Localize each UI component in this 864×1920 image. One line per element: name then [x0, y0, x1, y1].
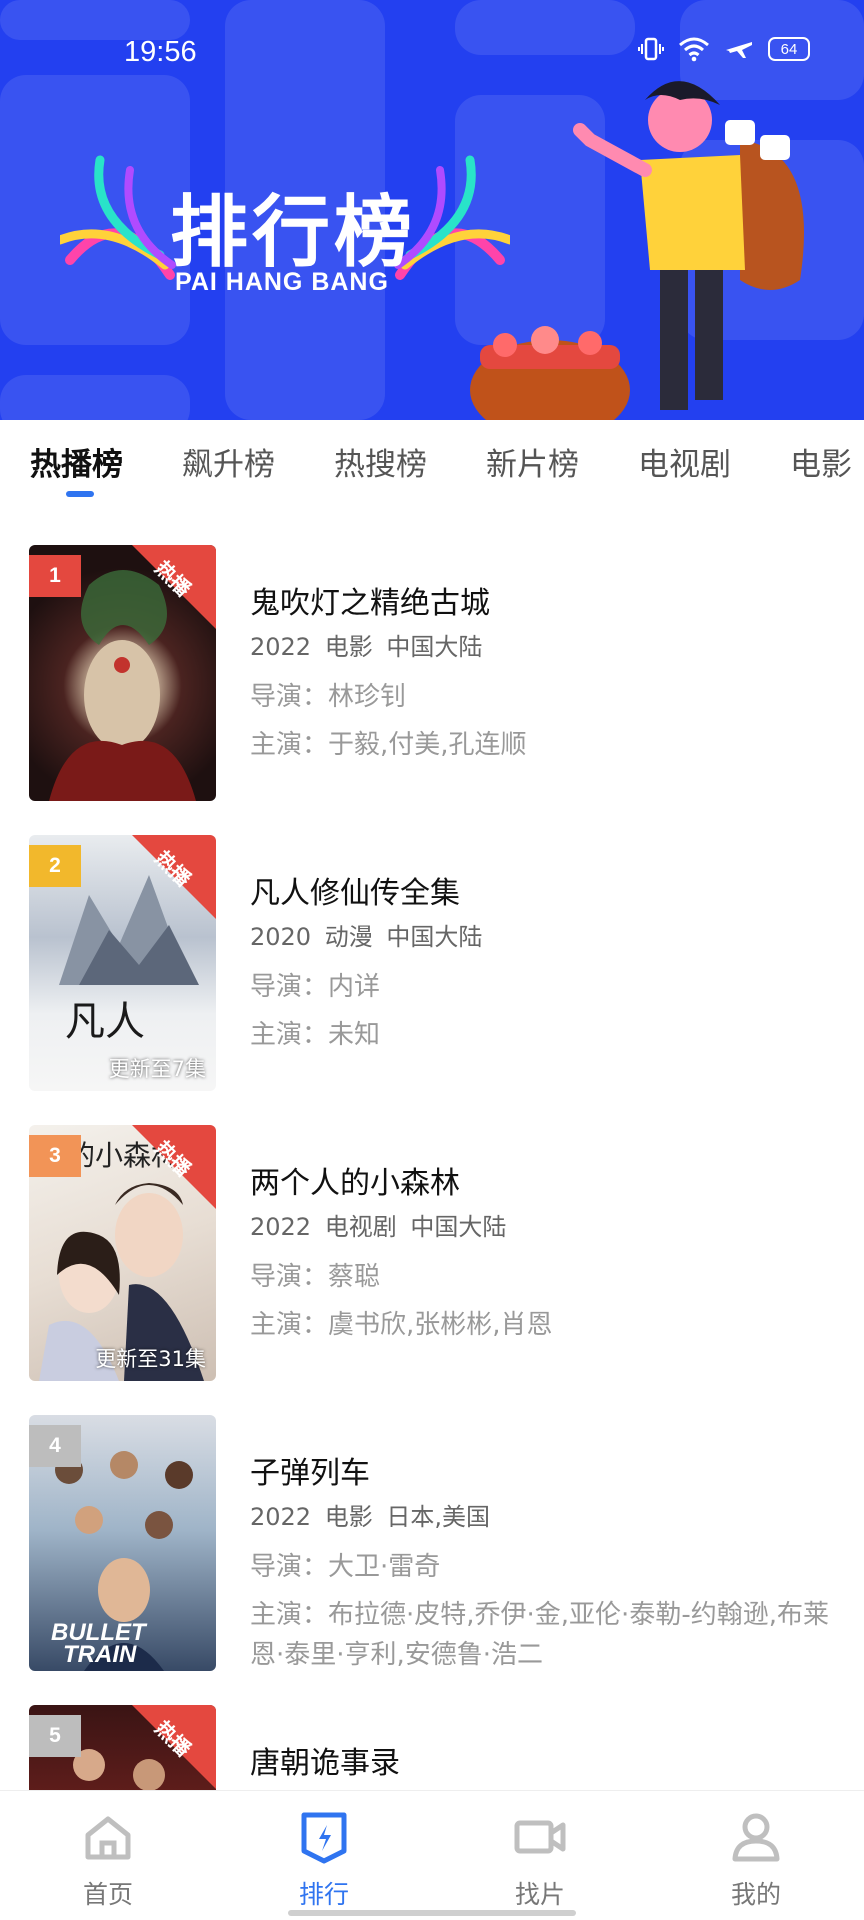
item-director: 导演：大卫·雷奇 [250, 1552, 441, 1582]
home-icon [85, 1816, 131, 1860]
home-indicator[interactable] [288, 1910, 576, 1916]
poster-image[interactable]: 1 热播 [29, 545, 216, 801]
item-title[interactable]: 唐朝诡事录 [250, 1741, 840, 1787]
header-banner: 19:56 64 排行榜 PAI HANG BANG [0, 0, 864, 420]
list-item[interactable]: BULLET TRAIN 4 子弹列车 2022 电影 日本,美国 导演：大卫·… [0, 1415, 864, 1675]
nav-home-label: 首页 [82, 1880, 133, 1909]
banner-subtitle: PAI HANG BANG [175, 268, 389, 296]
poster-image[interactable]: 凡人 2 热播 更新至7集 [29, 835, 216, 1091]
ranking-icon [301, 1812, 347, 1864]
item-title[interactable]: 两个人的小森林 [250, 1161, 840, 1207]
airplane-mode-icon [726, 42, 752, 58]
rank-badge: 2 [29, 845, 81, 887]
svg-text:凡人: 凡人 [65, 999, 145, 1045]
banner-title: 排行榜 [170, 188, 417, 278]
nav-find[interactable]: 找片 [432, 1791, 648, 1920]
poster-image[interactable]: 5 热播 [29, 1705, 216, 1790]
list-item[interactable]: 凡人 2 热播 更新至7集 凡人修仙传全集 2020 动漫 中国大陆 导演：内详… [0, 835, 864, 1095]
tab-hot-play[interactable]: 热播榜 [30, 433, 123, 503]
item-title[interactable]: 凡人修仙传全集 [250, 871, 840, 917]
nav-find-label: 找片 [514, 1880, 565, 1909]
ranking-list: 1 热播 鬼吹灯之精绝古城 2022 电影 中国大陆 导演：林珍钊 主演：于毅,… [0, 540, 864, 1790]
item-info: 凡人修仙传全集 2020 动漫 中国大陆 导演：内详 主演：未知 [250, 871, 840, 1055]
hot-badge: 热播 [132, 545, 216, 629]
item-info: 子弹列车 2022 电影 日本,美国 导演：大卫·雷奇 主演：布拉德·皮特,乔伊… [250, 1451, 840, 1675]
nav-ranking[interactable]: 排行 [216, 1791, 432, 1920]
list-item[interactable]: 人的小森林 3 热播 更新至31集 两个人的小森林 2022 电视剧 中国大陆 … [0, 1125, 864, 1385]
hot-badge: 热播 [132, 1125, 216, 1209]
category-tabs: 热播榜 飙升榜 热搜榜 新片榜 电视剧 电影 [0, 420, 864, 516]
nav-mine[interactable]: 我的 [648, 1791, 864, 1920]
item-director: 导演：林珍钊 [250, 682, 407, 712]
status-icons: 64 [638, 36, 810, 62]
hot-badge: 热播 [132, 1705, 216, 1789]
item-director: 导演：蔡聪 [250, 1262, 381, 1292]
status-time: 19:56 [124, 36, 197, 68]
list-item[interactable]: 5 热播 唐朝诡事录 [0, 1705, 864, 1790]
item-meta: 2020 动漫 中国大陆 [250, 923, 483, 951]
item-info: 鬼吹灯之精绝古城 2022 电影 中国大陆 导演：林珍钊 主演：于毅,付美,孔连… [250, 581, 840, 765]
nav-home[interactable]: 首页 [0, 1791, 216, 1920]
rank-badge: 1 [29, 555, 81, 597]
poster-image[interactable]: 人的小森林 3 热播 更新至31集 [29, 1125, 216, 1381]
tab-new-releases[interactable]: 新片榜 [486, 433, 579, 503]
nav-mine-label: 我的 [730, 1880, 781, 1909]
rank-badge: 5 [29, 1715, 81, 1757]
battery-icon: 64 [768, 37, 810, 61]
item-meta: 2022 电影 中国大陆 [250, 633, 483, 661]
poster-image[interactable]: BULLET TRAIN 4 [29, 1415, 216, 1671]
list-item[interactable]: 1 热播 鬼吹灯之精绝古城 2022 电影 中国大陆 导演：林珍钊 主演：于毅,… [0, 545, 864, 805]
item-title[interactable]: 子弹列车 [250, 1451, 840, 1497]
rank-badge: 3 [29, 1135, 81, 1177]
item-cast: 主演：虞书欣,张彬彬,肖恩 [250, 1310, 553, 1340]
rank-badge: 4 [29, 1425, 81, 1467]
item-cast: 主演：于毅,付美,孔连顺 [250, 730, 527, 760]
item-title[interactable]: 鬼吹灯之精绝古城 [250, 581, 840, 627]
item-cast: 主演：未知 [250, 1020, 381, 1050]
video-camera-icon [514, 1820, 566, 1854]
item-meta: 2022 电视剧 中国大陆 [250, 1213, 507, 1241]
user-icon [732, 1813, 780, 1862]
item-info: 唐朝诡事录 [250, 1741, 840, 1787]
svg-text:TRAIN: TRAIN [63, 1641, 137, 1668]
vibrate-icon [638, 37, 664, 61]
update-status: 更新至7集 [108, 1057, 206, 1081]
bottom-navigation: 首页 排行 找片 我的 [0, 1790, 864, 1920]
item-info: 两个人的小森林 2022 电视剧 中国大陆 导演：蔡聪 主演：虞书欣,张彬彬,肖… [250, 1161, 840, 1345]
tab-tv-series[interactable]: 电视剧 [638, 433, 731, 503]
update-status: 更新至31集 [95, 1347, 206, 1371]
item-director: 导演：内详 [250, 972, 381, 1002]
wifi-icon [679, 37, 709, 62]
tab-hot-search[interactable]: 热搜榜 [334, 433, 427, 503]
tab-movies[interactable]: 电影 [790, 433, 852, 503]
nav-ranking-label: 排行 [298, 1880, 349, 1909]
character-illustration [470, 81, 804, 420]
hot-badge: 热播 [132, 835, 216, 919]
item-meta: 2022 电影 日本,美国 [250, 1503, 490, 1531]
item-cast: 主演：布拉德·皮特,乔伊·金,亚伦·泰勒-约翰逊,布莱恩·泰里·亨利,安德鲁·浩… [250, 1600, 829, 1670]
tab-rising[interactable]: 飙升榜 [182, 433, 275, 503]
